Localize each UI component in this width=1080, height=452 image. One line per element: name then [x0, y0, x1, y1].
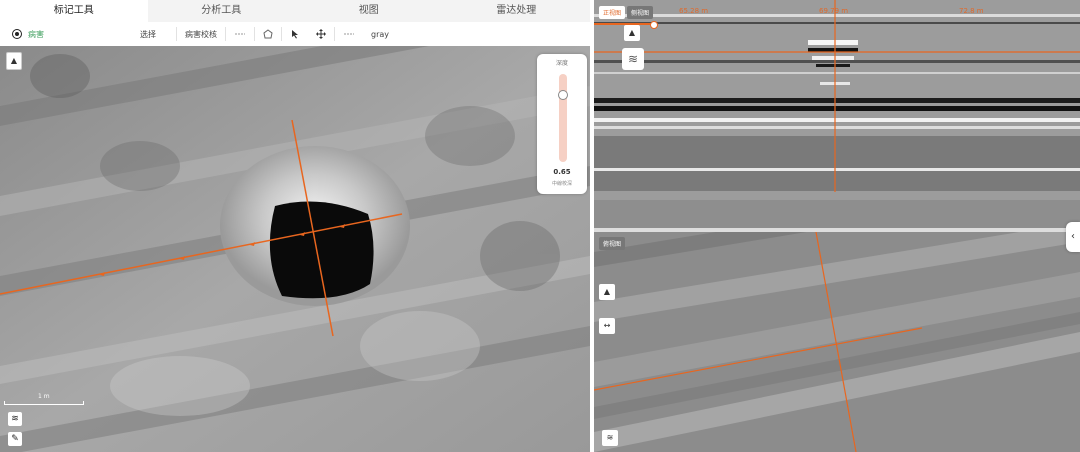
map-canvas	[0, 46, 590, 452]
north-arrow-icon[interactable]: ▲	[6, 52, 22, 70]
main-tabs: 标记工具 分析工具 视图 雷达处理	[0, 0, 590, 22]
tab-front-view[interactable]: 正视图	[599, 6, 626, 19]
depth-caption: 中線校深	[551, 181, 572, 187]
tab-view[interactable]: 视图	[295, 0, 443, 22]
tab-radar-processing[interactable]: 雷达处理	[443, 0, 591, 22]
distance-label: 69.79 m	[819, 7, 849, 15]
depth-value: 0.65	[553, 168, 571, 176]
scale-line	[4, 401, 84, 405]
polygon-icon[interactable]	[255, 22, 281, 46]
top-view-canvas	[594, 232, 1080, 452]
measure-icon[interactable]	[226, 22, 254, 46]
north-arrow-icon[interactable]: ▲	[624, 25, 640, 41]
pencil-icon[interactable]: ✎	[8, 432, 22, 446]
distance-icon[interactable]	[335, 22, 363, 46]
view-tabs: 正视图 侧视图	[599, 6, 654, 19]
radargram-bands	[594, 0, 1080, 228]
layers-icon[interactable]: ≋	[8, 412, 22, 426]
pointer-icon[interactable]	[282, 22, 308, 46]
depth-panel: 深度 0.65 中線校深	[537, 54, 587, 194]
top-view-label: 俯视图	[599, 237, 626, 250]
right-panel: 正视图 侧视图 65.28 m 69.79 m 72.8 m ▲ ≋ 俯视图 ▲…	[594, 0, 1080, 452]
distance-label: 65.28 m	[679, 7, 709, 15]
disease-check-button[interactable]: 病害校核	[177, 22, 225, 46]
plan-view-map[interactable]: ▲ 深度 0.65 中線校深 1 m ≋ ✎	[0, 46, 590, 452]
tab-marking-tools[interactable]: 标记工具	[0, 0, 148, 22]
north-arrow-icon[interactable]: ▲	[599, 284, 615, 300]
select-button[interactable]: 选择	[140, 29, 176, 40]
layers-icon[interactable]: ≋	[602, 430, 618, 446]
measure-icon[interactable]: ↔	[599, 318, 615, 334]
depth-slider[interactable]	[559, 74, 567, 162]
range-slider-handle[interactable]	[650, 21, 658, 29]
depth-slider-handle[interactable]	[558, 90, 568, 100]
colormap-select[interactable]: gray	[363, 22, 397, 46]
disease-radio[interactable]	[12, 29, 22, 39]
toolbar: 病害 选择 病害校核 gray	[0, 22, 590, 47]
layers-icon[interactable]: ≋	[622, 48, 644, 70]
disease-label: 病害	[28, 29, 44, 39]
top-view-map[interactable]: 俯视图 ▲ ↔ ≋	[594, 232, 1080, 452]
left-panel: 标记工具 分析工具 视图 雷达处理 病害 选择 病害校核 gray ▲ 深度 0…	[0, 0, 590, 452]
distance-label: 72.8 m	[959, 7, 984, 15]
move-icon[interactable]	[308, 22, 334, 46]
radargram-canvas	[594, 0, 1080, 228]
front-view-radargram[interactable]: 正视图 侧视图 65.28 m 69.79 m 72.8 m ▲ ≋	[594, 0, 1080, 228]
depth-title: 深度	[555, 60, 568, 67]
chevron-left-icon[interactable]: ‹	[1066, 222, 1080, 252]
scale-label: 1 m	[38, 393, 50, 400]
scale-bar: 1 m	[4, 393, 84, 405]
tab-side-view[interactable]: 侧视图	[627, 6, 654, 19]
void-anomaly[interactable]	[269, 201, 374, 299]
tab-analysis-tools[interactable]: 分析工具	[148, 0, 296, 22]
